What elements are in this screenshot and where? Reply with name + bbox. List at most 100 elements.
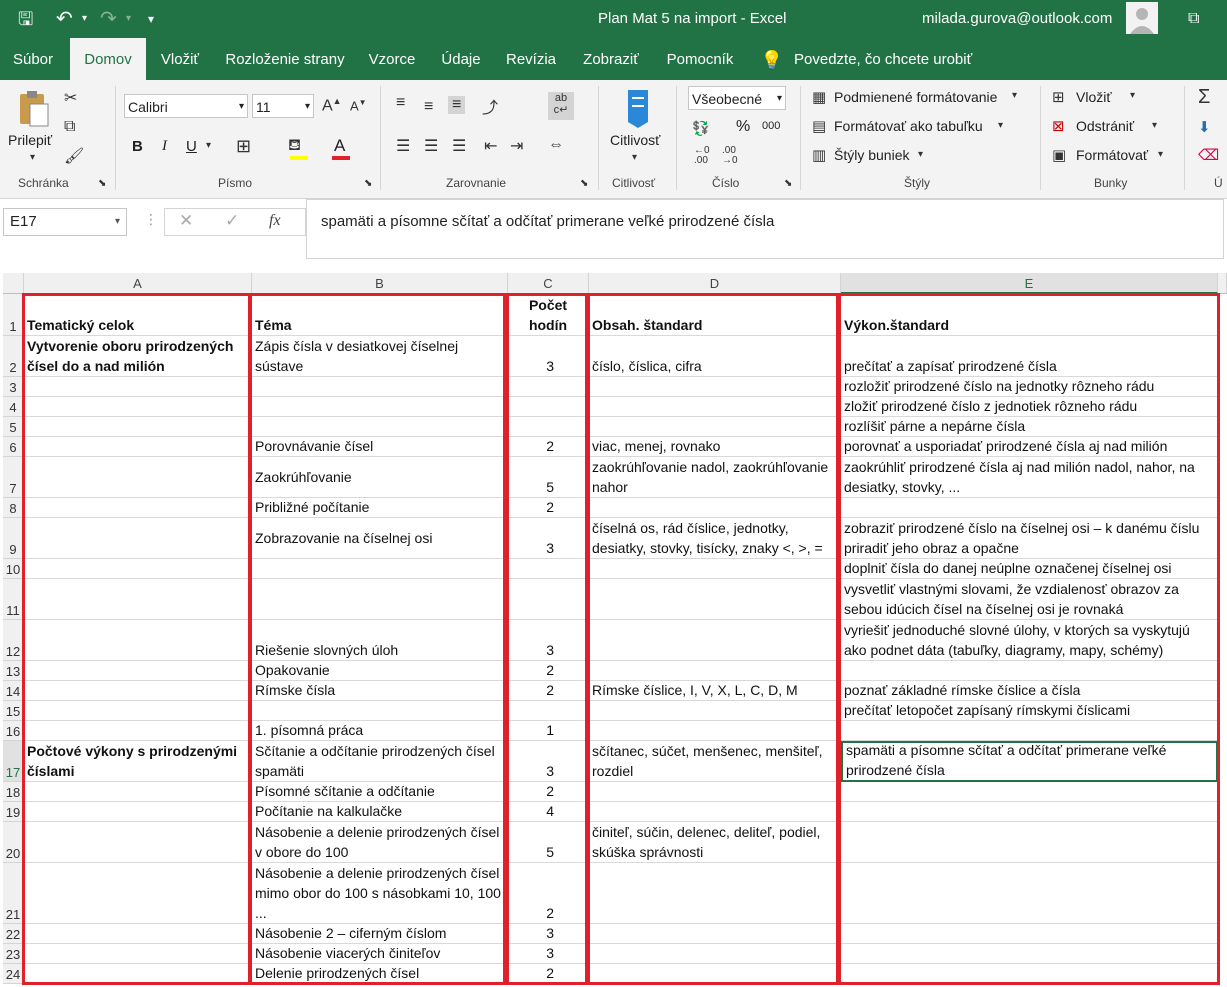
row-header-22[interactable]: 22 xyxy=(3,924,24,944)
cell-e11[interactable]: vysvetliť vlastnými slovami, že vzdialen… xyxy=(841,579,1218,620)
cell-a13[interactable] xyxy=(24,661,252,681)
row-header-17[interactable]: 17 xyxy=(3,741,24,782)
cell-c3[interactable] xyxy=(508,377,589,397)
cell-b11[interactable] xyxy=(252,579,508,620)
tell-me-search[interactable]: Povedzte, čo chcete urobiť xyxy=(794,38,974,80)
cell-e4[interactable]: zložiť prirodzené číslo z jednotiek rôzn… xyxy=(841,397,1218,417)
cell-b5[interactable] xyxy=(252,417,508,437)
grow-font-icon[interactable]: A▲ xyxy=(322,96,342,115)
number-launcher-icon[interactable]: ⬊ xyxy=(784,178,792,189)
cell-d14[interactable]: Rímske číslice, I, V, X, L, C, D, M xyxy=(589,681,841,701)
paste-button[interactable]: Prilepiť xyxy=(8,132,52,148)
increase-indent-icon[interactable]: ⇥ xyxy=(510,136,523,156)
sensitivity-icon[interactable] xyxy=(620,86,656,130)
cell-c22[interactable]: 3 xyxy=(508,924,589,944)
cell-d15[interactable] xyxy=(589,701,841,721)
save-icon[interactable]: 🖫 xyxy=(18,0,33,38)
tab-file[interactable]: Súbor xyxy=(0,38,66,80)
number-format-select[interactable]: Všeobecné ▾ xyxy=(688,86,786,110)
insert-dropdown-icon[interactable]: ▾ xyxy=(1130,90,1135,101)
cell-d9[interactable]: číselná os, rád číslice, jednotky, desia… xyxy=(589,518,841,559)
delete-dropdown-icon[interactable]: ▾ xyxy=(1152,120,1157,131)
cell-d5[interactable] xyxy=(589,417,841,437)
format-dropdown-icon[interactable]: ▾ xyxy=(1158,149,1163,160)
cell-c19[interactable]: 4 xyxy=(508,802,589,822)
cell-d21[interactable] xyxy=(589,863,841,924)
cell-c23[interactable]: 3 xyxy=(508,944,589,964)
cell-a21[interactable] xyxy=(24,863,252,924)
cell-c20[interactable]: 5 xyxy=(508,822,589,863)
undo-dropdown-icon[interactable]: ▾ xyxy=(82,0,87,38)
cell-d23[interactable] xyxy=(589,944,841,964)
cell-b17[interactable]: Sčítanie a odčítanie prirodzených čísel … xyxy=(252,741,508,782)
cell-a9[interactable] xyxy=(24,518,252,559)
row-header-16[interactable]: 16 xyxy=(3,721,24,741)
row-header-23[interactable]: 23 xyxy=(3,944,24,964)
cell-e2[interactable]: prečítať a zapísať prirodzené čísla xyxy=(841,336,1218,377)
row-header-12[interactable]: 12 xyxy=(3,620,24,661)
cell-d16[interactable] xyxy=(589,721,841,741)
cell-a20[interactable] xyxy=(24,822,252,863)
column-header-b[interactable]: B xyxy=(252,273,508,294)
undo-icon[interactable]: ↶ xyxy=(56,0,73,38)
cell-c13[interactable]: 2 xyxy=(508,661,589,681)
cell-a24[interactable] xyxy=(24,964,252,984)
align-left-icon[interactable]: ☰ xyxy=(396,136,410,156)
font-launcher-icon[interactable]: ⬊ xyxy=(364,178,372,189)
cell-e21[interactable] xyxy=(841,863,1218,924)
orientation-icon[interactable]: ⤴ xyxy=(482,94,498,118)
user-email[interactable]: milada.gurova@outlook.com xyxy=(922,0,1112,38)
column-header-e[interactable]: E xyxy=(841,273,1218,294)
cell-c1[interactable]: Počet hodín xyxy=(508,294,589,336)
cell-e13[interactable] xyxy=(841,661,1218,681)
cell-a1[interactable]: Tematický celok xyxy=(24,294,252,336)
cell-b16[interactable]: 1. písomná práca xyxy=(252,721,508,741)
cell-styles-button[interactable]: Štýly buniek xyxy=(834,147,909,163)
cell-d2[interactable]: číslo, číslica, cifra xyxy=(589,336,841,377)
cell-b1[interactable]: Téma xyxy=(252,294,508,336)
cell-e1[interactable]: Výkon.štandard xyxy=(841,294,1218,336)
cell-b18[interactable]: Písomné sčítanie a odčítanie xyxy=(252,782,508,802)
cell-e19[interactable] xyxy=(841,802,1218,822)
insert-function-button[interactable]: fx xyxy=(269,212,281,230)
cell-e22[interactable] xyxy=(841,924,1218,944)
tab-formulas[interactable]: Vzorce xyxy=(362,38,422,80)
cell-b14[interactable]: Rímske čísla xyxy=(252,681,508,701)
font-name-select[interactable]: Calibri ▾ xyxy=(124,94,248,118)
cell-b22[interactable]: Násobenie 2 – ciferným číslom xyxy=(252,924,508,944)
percent-style-button[interactable]: % xyxy=(736,118,750,136)
cell-c9[interactable]: 3 xyxy=(508,518,589,559)
sensitivity-dropdown-icon[interactable]: ▾ xyxy=(632,152,637,163)
cell-d13[interactable] xyxy=(589,661,841,681)
cell-a14[interactable] xyxy=(24,681,252,701)
underline-dropdown-icon[interactable]: ▾ xyxy=(206,140,211,151)
cell-d7[interactable]: zaokrúhľovanie nadol, zaokrúhľovanie nah… xyxy=(589,457,841,498)
cell-b20[interactable]: Násobenie a delenie prirodzených čísel v… xyxy=(252,822,508,863)
row-header-4[interactable]: 4 xyxy=(3,397,24,417)
underline-button[interactable]: U xyxy=(186,138,197,155)
row-header-2[interactable]: 2 xyxy=(3,336,24,377)
cell-b13[interactable]: Opakovanie xyxy=(252,661,508,681)
redo-icon[interactable]: ↷ xyxy=(100,0,117,38)
row-header-14[interactable]: 14 xyxy=(3,681,24,701)
row-header-24[interactable]: 24 xyxy=(3,964,24,984)
cell-b8[interactable]: Približné počítanie xyxy=(252,498,508,518)
cell-d24[interactable] xyxy=(589,964,841,984)
bold-button[interactable]: B xyxy=(132,138,143,155)
cell-b19[interactable]: Počítanie na kalkulačke xyxy=(252,802,508,822)
cell-d20[interactable]: činiteľ, súčin, delenec, deliteľ, podiel… xyxy=(589,822,841,863)
row-header-7[interactable]: 7 xyxy=(3,457,24,498)
cell-d1[interactable]: Obsah. štandard xyxy=(589,294,841,336)
format-as-table-button[interactable]: Formátovať ako tabuľku xyxy=(834,118,983,134)
wrap-text-icon[interactable]: ab c↵ xyxy=(548,92,574,120)
cell-a11[interactable] xyxy=(24,579,252,620)
comma-style-button[interactable]: 000 xyxy=(762,120,780,132)
cell-b6[interactable]: Porovnávanie čísel xyxy=(252,437,508,457)
align-center-icon[interactable]: ☰ xyxy=(424,136,438,156)
cell-b15[interactable] xyxy=(252,701,508,721)
cell-a7[interactable] xyxy=(24,457,252,498)
name-box[interactable]: E17 ▾ xyxy=(3,208,127,236)
cell-c16[interactable]: 1 xyxy=(508,721,589,741)
align-middle-icon[interactable]: ≡ xyxy=(424,98,433,116)
cell-e6[interactable]: porovnať a usporiadať prirodzené čísla a… xyxy=(841,437,1218,457)
